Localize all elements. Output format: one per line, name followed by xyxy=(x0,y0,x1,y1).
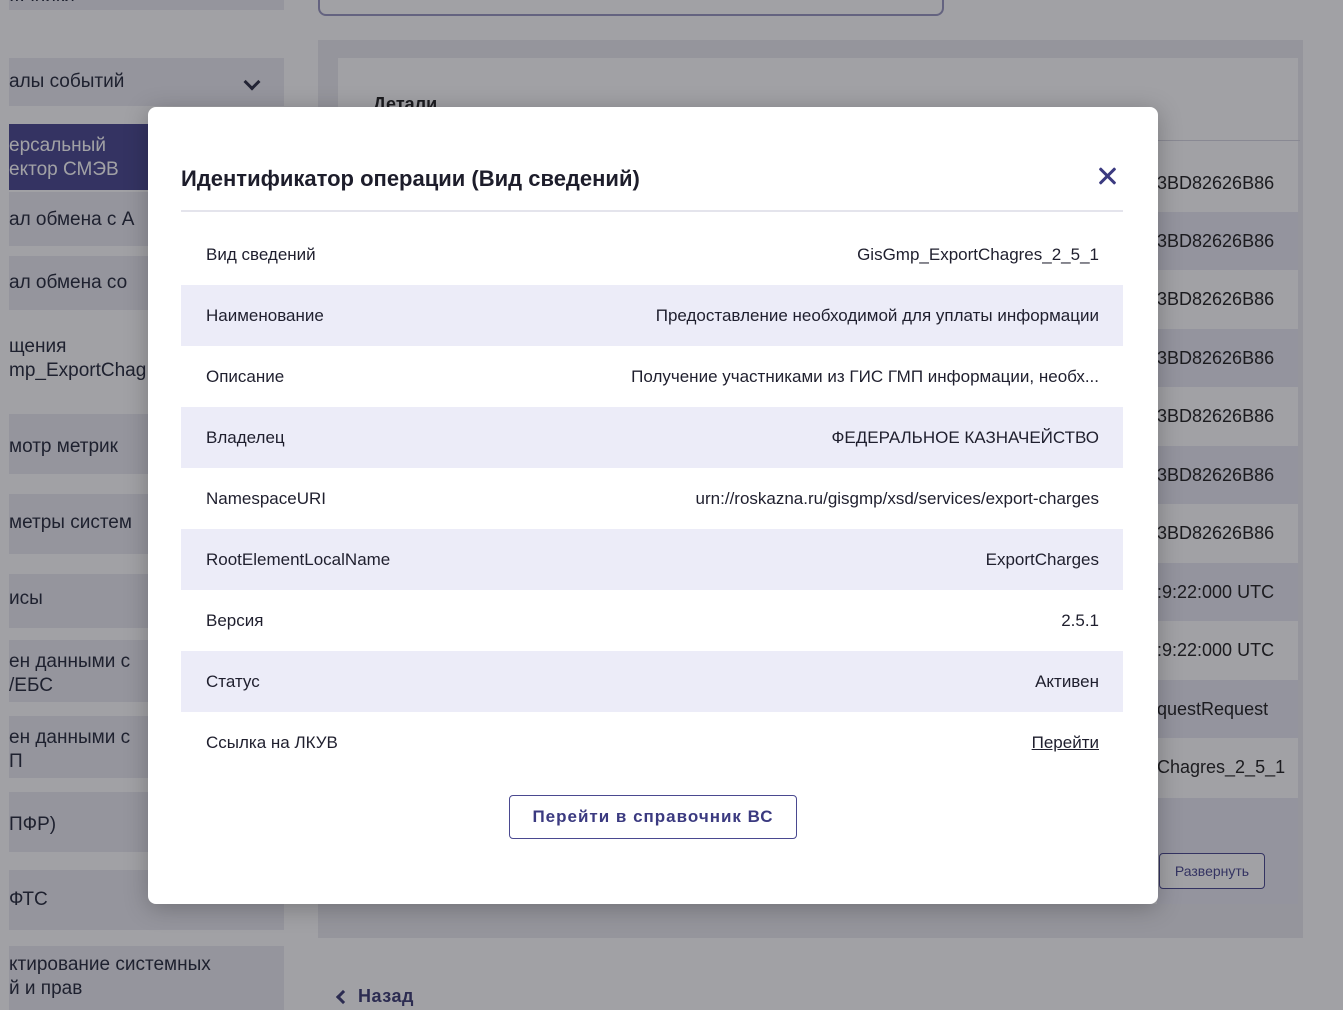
row-value: GisGmp_ExportChagres_2_5_1 xyxy=(857,244,1099,264)
table-row: Описание Получение участниками из ГИС ГМ… xyxy=(181,346,1123,407)
table-row: NamespaceURI urn://roskazna.ru/gisgmp/xs… xyxy=(181,468,1123,529)
lkuv-link[interactable]: Перейти xyxy=(1032,733,1099,753)
table-row: Статус Активен xyxy=(181,651,1123,712)
table-row: RootElementLocalName ExportCharges xyxy=(181,529,1123,590)
row-value: Получение участниками из ГИС ГМП информа… xyxy=(631,366,1099,386)
operation-id-modal: Идентификатор операции (Вид сведений) Ви… xyxy=(148,107,1158,904)
table-row: Вид сведений GisGmp_ExportChagres_2_5_1 xyxy=(181,224,1123,285)
divider xyxy=(181,210,1123,212)
status-value: Активен xyxy=(1035,671,1099,691)
close-icon[interactable] xyxy=(1096,164,1120,188)
row-label: Наименование xyxy=(206,305,324,325)
table-row: Версия 2.5.1 xyxy=(181,590,1123,651)
row-label: Ссылка на ЛКУВ xyxy=(206,732,338,752)
table-row: Ссылка на ЛКУВ Перейти xyxy=(181,712,1123,773)
row-value: Предоставление необходимой для уплаты ин… xyxy=(655,305,1099,325)
row-label: NamespaceURI xyxy=(206,488,326,508)
open-directory-button[interactable]: Перейти в справочник ВС xyxy=(509,795,797,839)
row-label: RootElementLocalName xyxy=(206,549,391,569)
table-row: Владелец ФЕДЕРАЛЬНОЕ КАЗНАЧЕЙСТВО xyxy=(181,407,1123,468)
row-label: Статус xyxy=(206,671,260,691)
row-label: Вид сведений xyxy=(206,244,316,264)
row-value: urn://roskazna.ru/gisgmp/xsd/services/ex… xyxy=(695,488,1099,508)
row-label: Описание xyxy=(206,366,285,386)
modal-title: Идентификатор операции (Вид сведений) xyxy=(181,166,640,191)
row-label: Версия xyxy=(206,610,264,630)
details-table: Вид сведений GisGmp_ExportChagres_2_5_1 … xyxy=(181,224,1123,773)
row-value: ExportCharges xyxy=(985,549,1099,569)
row-label: Владелец xyxy=(206,427,285,447)
row-value: ФЕДЕРАЛЬНОЕ КАЗНАЧЕЙСТВО xyxy=(831,427,1100,447)
row-value: 2.5.1 xyxy=(1061,610,1099,630)
table-row: Наименование Предоставление необходимой … xyxy=(181,285,1123,346)
